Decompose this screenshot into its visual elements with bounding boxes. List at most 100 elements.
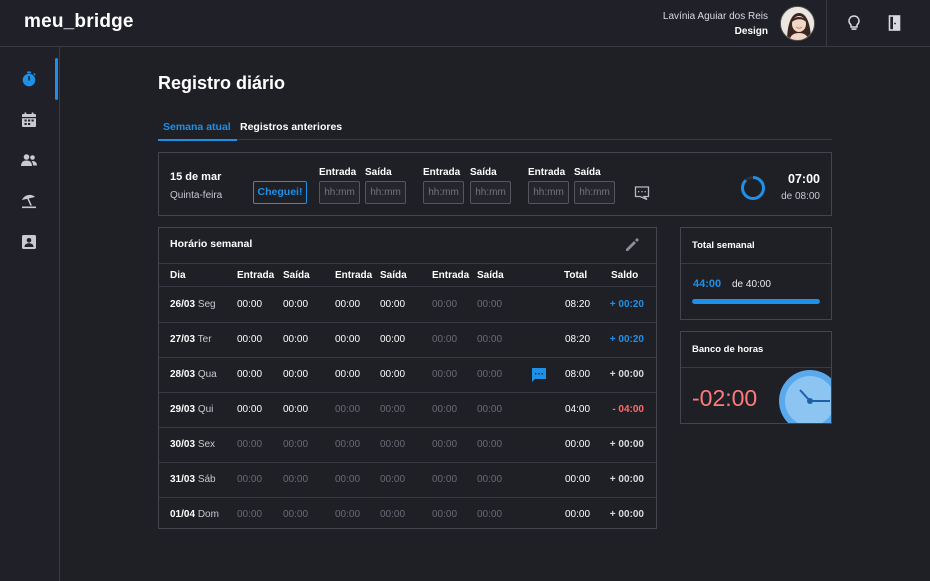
entrada-input-3[interactable] — [528, 181, 569, 204]
row-saldo: + 00:20 — [609, 299, 644, 310]
time-cell[interactable]: 00:00 — [237, 369, 262, 380]
row-date-value: 27/03 — [170, 334, 196, 345]
card-divider — [681, 263, 831, 264]
table-row[interactable]: 01/04 Dom 00:00 00:00 00:00 00:00 00:00 00:00 0… — [159, 498, 656, 533]
time-cell[interactable]: 00:00 — [237, 299, 262, 310]
entrada-label: Entrada — [528, 167, 566, 178]
time-cell[interactable]: 00:00 — [380, 509, 405, 520]
today-total-hours: 07:00 — [788, 172, 820, 186]
tab-registros-anteriores[interactable]: Registros anteriores — [240, 121, 342, 140]
time-cell[interactable]: 00:00 — [237, 439, 262, 450]
row-saldo: + 00:00 — [609, 439, 644, 450]
comment-icon[interactable] — [633, 184, 651, 202]
stopwatch-icon[interactable] — [20, 70, 40, 90]
time-cell[interactable]: 00:00 — [380, 474, 405, 485]
time-cell[interactable]: 00:00 — [283, 439, 308, 450]
time-cell[interactable]: 00:00 — [335, 439, 360, 450]
row-date-value: 30/03 — [170, 439, 196, 450]
time-cell[interactable]: 00:00 — [432, 369, 457, 380]
time-cell[interactable]: 00:00 — [477, 299, 502, 310]
time-cell[interactable]: 00:00 — [477, 509, 502, 520]
id-badge-icon[interactable] — [20, 233, 40, 253]
hour-bank-title: Banco de horas — [692, 344, 764, 355]
table-row[interactable]: 27/03 Ter 00:00 00:00 00:00 00:00 00:00 00:00 0… — [159, 323, 656, 358]
saida-input-2[interactable] — [470, 181, 511, 204]
table-row[interactable]: 28/03 Qua 00:00 00:00 00:00 00:00 00:00 00:00 0… — [159, 358, 656, 393]
tab-semana-atual[interactable]: Semana atual — [158, 121, 237, 141]
clock-icon — [778, 369, 831, 423]
top-bar: meu_bridge Lavínia Aguiar dos Reis Desig… — [0, 0, 930, 47]
card-divider — [681, 367, 831, 368]
entrada-label: Entrada — [319, 167, 357, 178]
table-row[interactable]: 26/03 Seg 00:00 00:00 00:00 00:00 00:00 00:00 0… — [159, 288, 656, 323]
time-cell[interactable]: 00:00 — [380, 439, 405, 450]
saida-input-3[interactable] — [574, 181, 615, 204]
time-cell[interactable]: 00:00 — [432, 509, 457, 520]
table-row[interactable]: 31/03 Sáb 00:00 00:00 00:00 00:00 00:00 00:00 0… — [159, 463, 656, 498]
lightbulb-icon[interactable] — [845, 14, 863, 32]
pencil-icon[interactable] — [624, 237, 640, 253]
comment-icon[interactable] — [531, 367, 547, 383]
row-total: 00:00 — [565, 509, 591, 520]
time-cell[interactable]: 00:00 — [380, 404, 405, 415]
time-cell[interactable]: 00:00 — [477, 334, 502, 345]
time-cell[interactable]: 00:00 — [237, 509, 262, 520]
time-cell[interactable]: 00:00 — [237, 334, 262, 345]
row-date-value: 28/03 — [170, 369, 196, 380]
time-cell[interactable]: 00:00 — [335, 509, 360, 520]
time-cell[interactable]: 00:00 — [477, 439, 502, 450]
time-cell[interactable]: 00:00 — [335, 299, 360, 310]
tab-bar: Semana atual Registros anteriores — [158, 121, 832, 141]
time-cell[interactable]: 00:00 — [335, 369, 360, 380]
time-cell[interactable]: 00:00 — [283, 369, 308, 380]
time-cell[interactable]: 00:00 — [283, 334, 308, 345]
app-logo[interactable]: meu_bridge — [24, 11, 134, 33]
entrada-input-1[interactable] — [319, 181, 360, 204]
time-cell[interactable]: 00:00 — [335, 474, 360, 485]
time-cell[interactable]: 00:00 — [380, 334, 405, 345]
time-cell[interactable]: 00:00 — [380, 369, 405, 380]
row-date: 01/04 Dom — [170, 509, 219, 520]
col-entrada: Entrada — [335, 270, 373, 281]
calendar-icon[interactable] — [20, 111, 40, 131]
entrada-input-2[interactable] — [423, 181, 464, 204]
saida-label: Saída — [365, 167, 392, 178]
saida-input-1[interactable] — [365, 181, 406, 204]
header-divider — [826, 0, 827, 46]
time-cell[interactable]: 00:00 — [380, 299, 405, 310]
time-cell[interactable]: 00:00 — [283, 509, 308, 520]
row-date-value: 29/03 — [170, 404, 196, 415]
time-cell[interactable]: 00:00 — [432, 299, 457, 310]
time-cell[interactable]: 00:00 — [432, 404, 457, 415]
row-total: 08:00 — [565, 369, 591, 380]
time-cell[interactable]: 00:00 — [237, 404, 262, 415]
beach-umbrella-icon[interactable] — [20, 192, 40, 212]
time-cell[interactable]: 00:00 — [432, 439, 457, 450]
time-cell[interactable]: 00:00 — [477, 474, 502, 485]
row-weekday: Dom — [197, 509, 219, 520]
table-row[interactable]: 29/03 Qui 00:00 00:00 00:00 00:00 00:00 00:00 0… — [159, 393, 656, 428]
today-card: 15 de mar Quinta-feira Cheguei! Entrada … — [158, 152, 832, 216]
time-cell[interactable]: 00:00 — [335, 334, 360, 345]
time-cell[interactable]: 00:00 — [237, 474, 262, 485]
time-cell[interactable]: 00:00 — [283, 299, 308, 310]
time-cell[interactable]: 00:00 — [283, 474, 308, 485]
weekly-total-title: Total semanal — [692, 240, 755, 251]
time-cell[interactable]: 00:00 — [432, 474, 457, 485]
row-date: 30/03 Sex — [170, 439, 215, 450]
time-cell[interactable]: 00:00 — [283, 404, 308, 415]
door-exit-icon[interactable] — [886, 14, 904, 32]
avatar[interactable] — [780, 6, 815, 41]
time-cell[interactable]: 00:00 — [477, 404, 502, 415]
row-total: 00:00 — [565, 439, 591, 450]
time-cell[interactable]: 00:00 — [432, 334, 457, 345]
row-total: 00:00 — [565, 474, 591, 485]
col-total: Total — [564, 270, 588, 281]
time-cell[interactable]: 00:00 — [477, 369, 502, 380]
table-row[interactable]: 30/03 Sex 00:00 00:00 00:00 00:00 00:00 00:00 0… — [159, 428, 656, 463]
row-date: 31/03 Sáb — [170, 474, 216, 485]
time-cell[interactable]: 00:00 — [335, 404, 360, 415]
people-icon[interactable] — [20, 151, 40, 171]
cheguei-button[interactable]: Cheguei! — [253, 181, 307, 204]
row-date: 26/03 Seg — [170, 299, 216, 310]
